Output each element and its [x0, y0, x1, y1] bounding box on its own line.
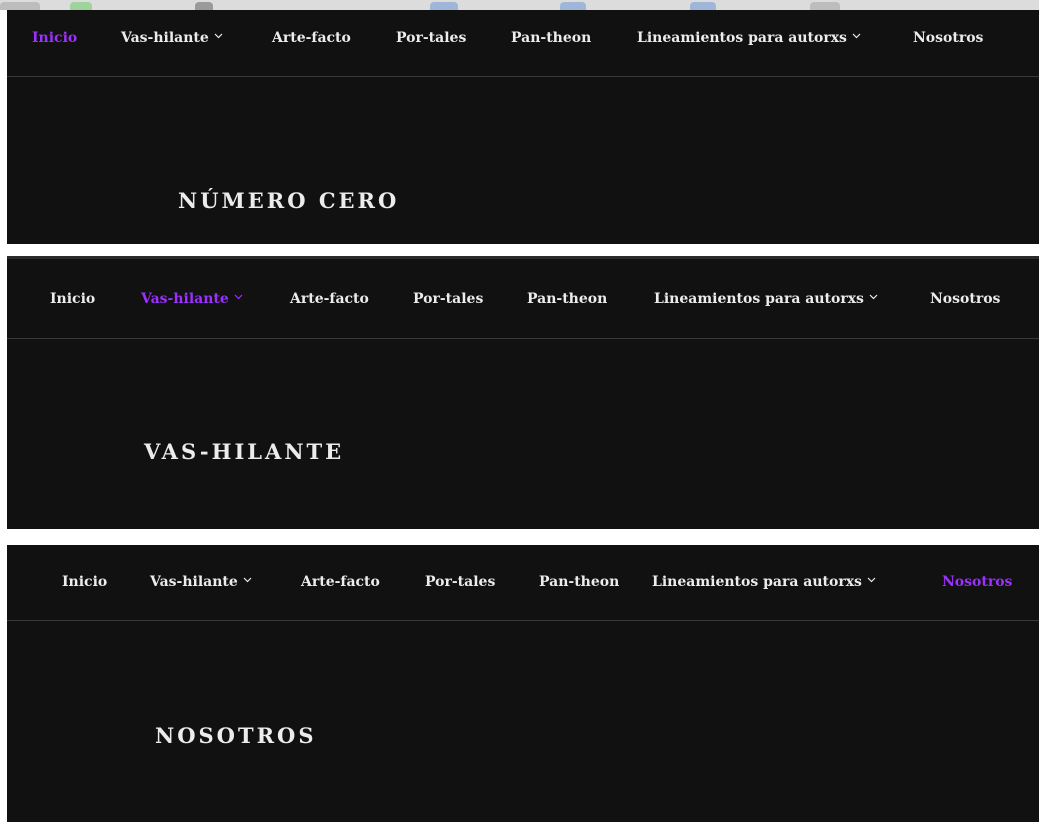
- chevron-down-icon: [867, 577, 876, 583]
- browser-tab[interactable]: [195, 2, 213, 10]
- nav-item-arte-facto[interactable]: Arte-facto: [272, 30, 351, 46]
- nav-item-lineamientos[interactable]: Lineamientos para autorxs: [652, 574, 876, 590]
- nav-item-nosotros[interactable]: Nosotros: [913, 30, 983, 46]
- nav-item-nosotros[interactable]: Nosotros: [930, 291, 1000, 307]
- browser-tab[interactable]: [70, 2, 92, 10]
- nav-item-vas-hilante[interactable]: Vas-hilante: [141, 291, 243, 307]
- browser-tab[interactable]: [430, 2, 458, 10]
- nav-item-pan-theon[interactable]: Pan-theon: [511, 30, 591, 46]
- nav-item-label: Lineamientos para autorxs: [654, 291, 864, 307]
- chevron-down-icon: [852, 33, 861, 39]
- nav-item-vas-hilante[interactable]: Vas-hilante: [121, 30, 223, 46]
- nav-divider: [7, 620, 1039, 621]
- nav-item-label: Vas-hilante: [150, 574, 238, 590]
- browser-tab[interactable]: [810, 2, 840, 10]
- screenshot-panel-inicio: Inicio Vas-hilante Arte-facto Por-tales …: [7, 10, 1039, 244]
- chevron-down-icon: [243, 577, 252, 583]
- nav-item-vas-hilante[interactable]: Vas-hilante: [150, 574, 252, 590]
- page-title: NÚMERO CERO: [178, 188, 400, 213]
- nav-item-label: Lineamientos para autorxs: [637, 30, 847, 46]
- browser-tab[interactable]: [0, 2, 40, 10]
- nav-item-label: Vas-hilante: [141, 291, 229, 307]
- page-title: NOSOTROS: [155, 723, 317, 748]
- nav-item-pan-theon[interactable]: Pan-theon: [527, 291, 607, 307]
- screenshot-panel-nosotros: Inicio Vas-hilante Arte-facto Por-tales …: [7, 545, 1039, 822]
- browser-tab-strip: [0, 0, 1039, 10]
- nav-item-arte-facto[interactable]: Arte-facto: [301, 574, 380, 590]
- browser-tab[interactable]: [560, 2, 586, 10]
- nav-item-pan-theon[interactable]: Pan-theon: [539, 574, 619, 590]
- nav-divider: [7, 338, 1039, 339]
- nav-divider: [7, 76, 1039, 77]
- nav-item-lineamientos[interactable]: Lineamientos para autorxs: [637, 30, 861, 46]
- screenshot-panel-vas-hilante: Inicio Vas-hilante Arte-facto Por-tales …: [7, 256, 1039, 529]
- nav-item-inicio[interactable]: Inicio: [62, 574, 107, 590]
- chevron-down-icon: [869, 294, 878, 300]
- chevron-down-icon: [214, 33, 223, 39]
- browser-tab[interactable]: [690, 2, 716, 10]
- page-title: VAS-HILANTE: [144, 439, 345, 464]
- chevron-down-icon: [234, 294, 243, 300]
- nav-item-arte-facto[interactable]: Arte-facto: [290, 291, 369, 307]
- nav-item-label: Vas-hilante: [121, 30, 209, 46]
- nav-item-lineamientos[interactable]: Lineamientos para autorxs: [654, 291, 878, 307]
- nav-item-inicio[interactable]: Inicio: [50, 291, 95, 307]
- nav-item-inicio[interactable]: Inicio: [32, 30, 77, 46]
- nav-item-por-tales[interactable]: Por-tales: [413, 291, 483, 307]
- nav-item-nosotros[interactable]: Nosotros: [942, 574, 1012, 590]
- nav-item-por-tales[interactable]: Por-tales: [425, 574, 495, 590]
- nav-item-label: Lineamientos para autorxs: [652, 574, 862, 590]
- nav-item-por-tales[interactable]: Por-tales: [396, 30, 466, 46]
